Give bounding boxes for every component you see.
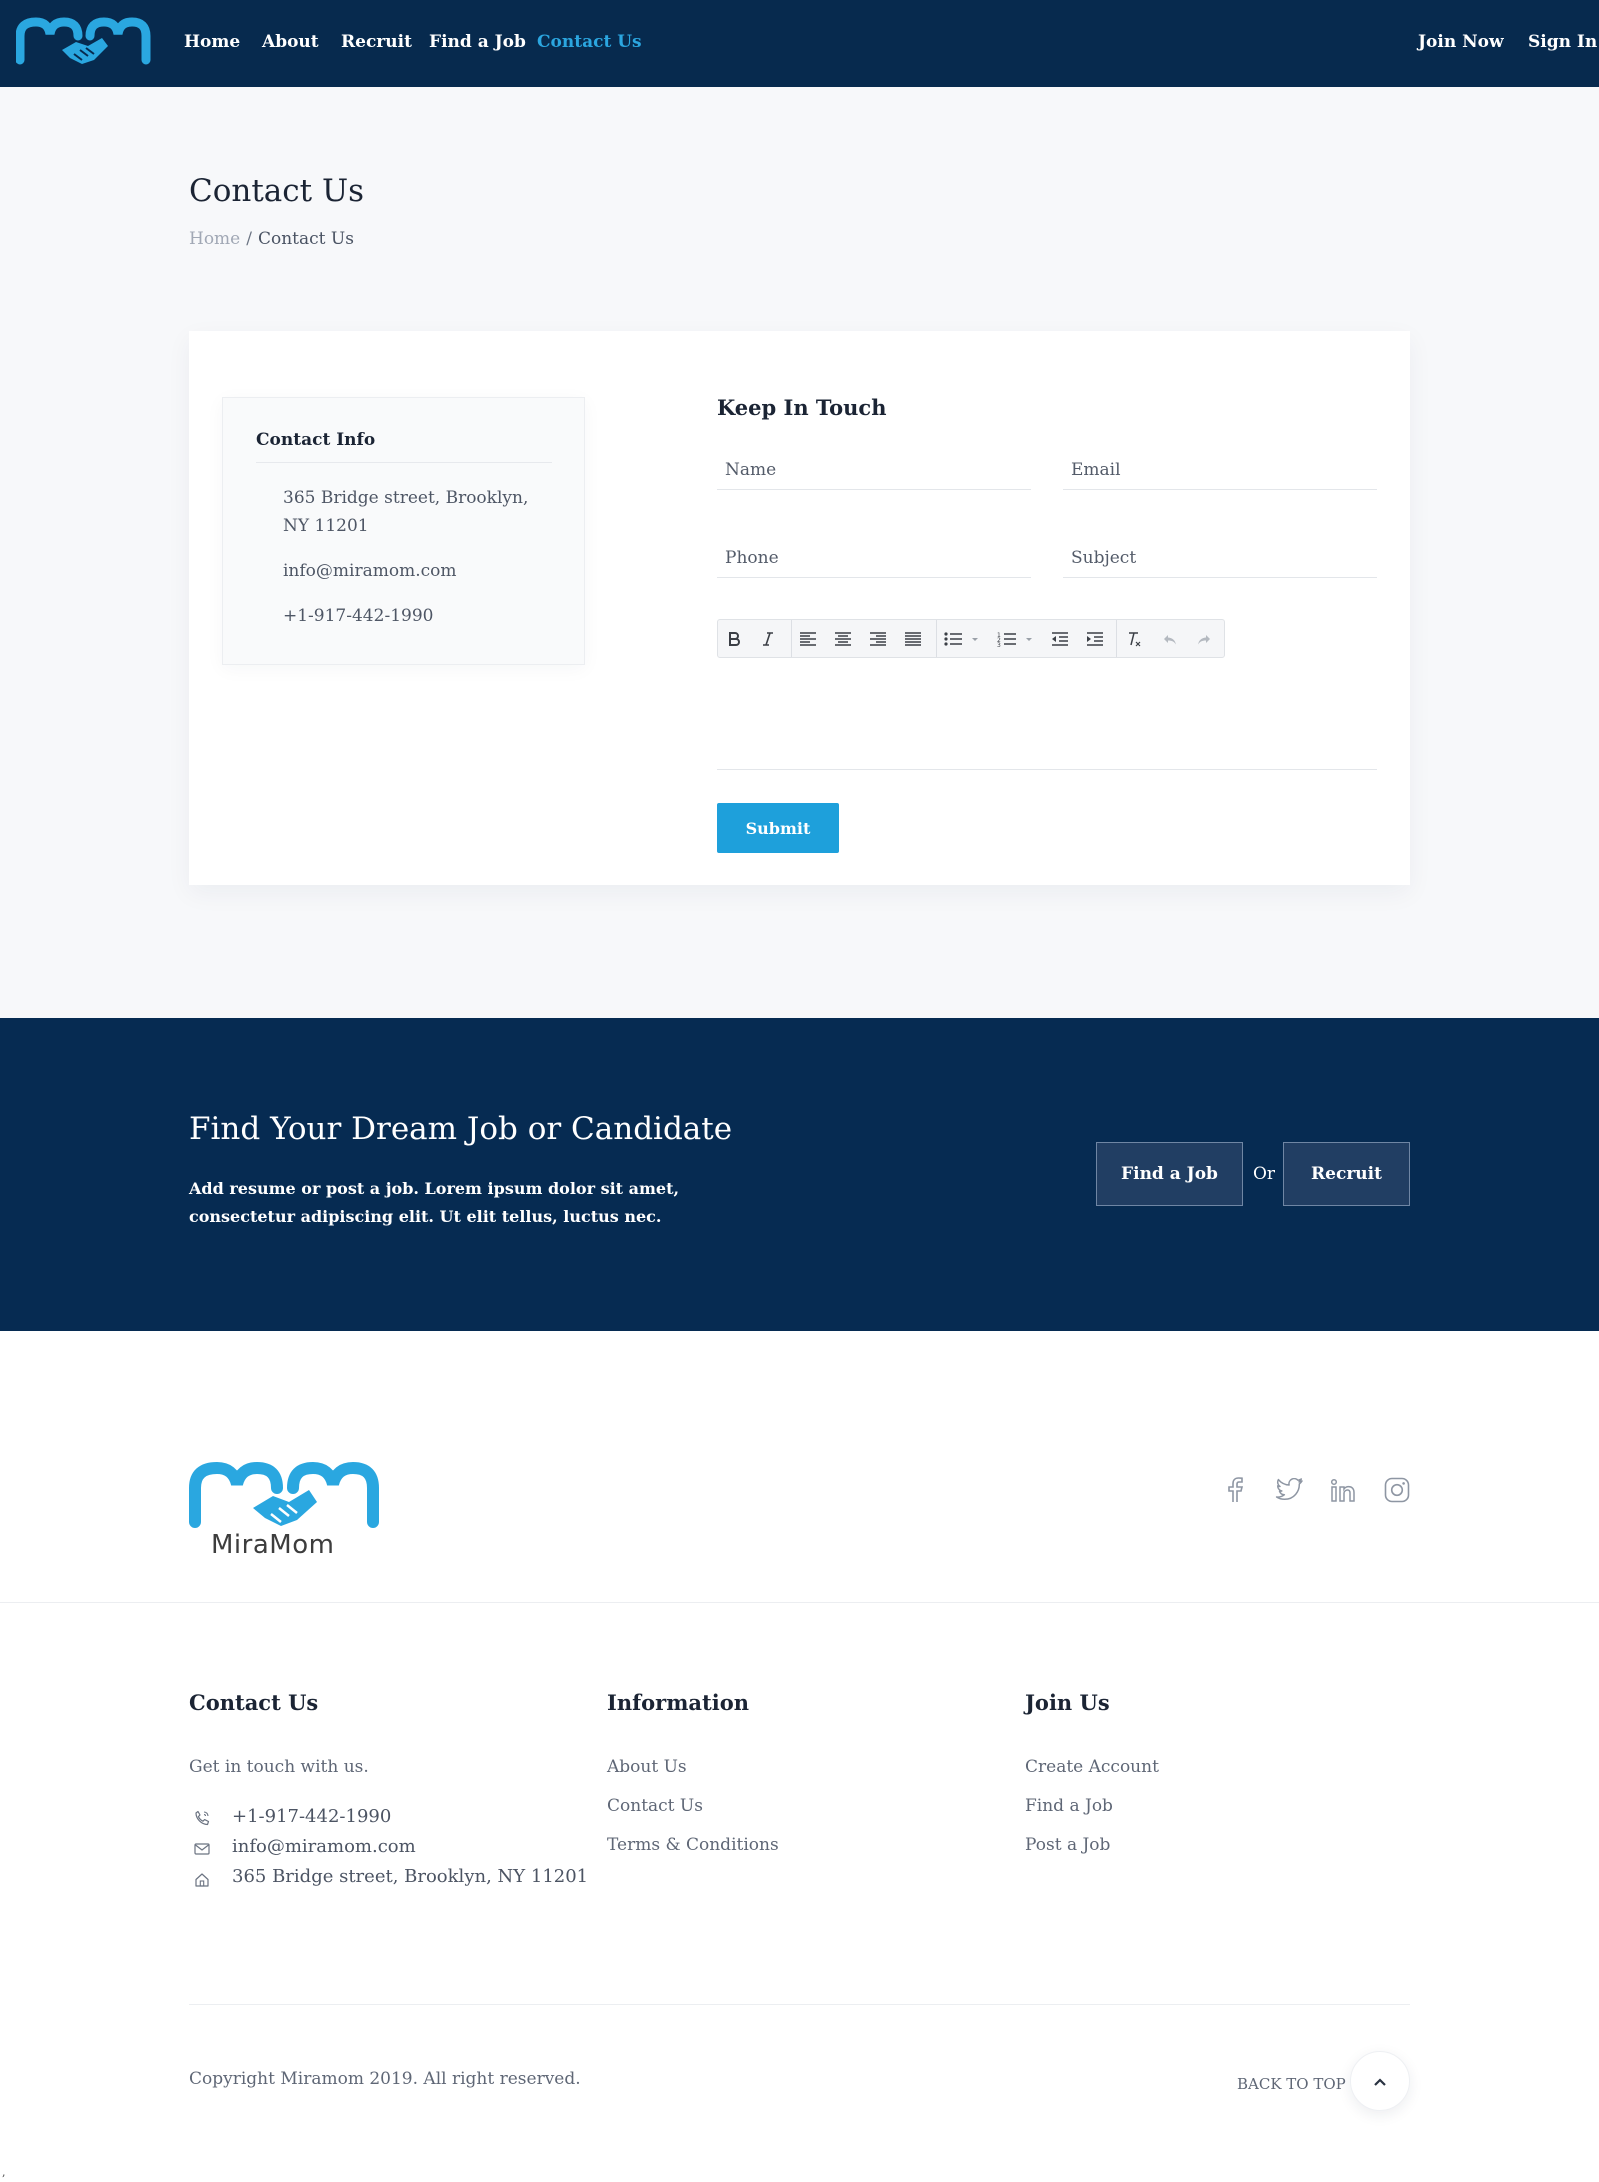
breadcrumb-separator: /	[246, 229, 252, 249]
nav-home-link[interactable]: Home	[184, 32, 240, 52]
facebook-icon[interactable]	[1220, 1475, 1250, 1505]
instagram-icon[interactable]	[1382, 1475, 1412, 1505]
nav-recruit-link[interactable]: Recruit	[341, 32, 412, 52]
footer-about-link[interactable]: About Us	[607, 1757, 687, 1777]
footer-divider-bottom	[189, 2004, 1410, 2005]
nav-contact-link[interactable]: Contact Us	[537, 32, 642, 52]
contact-info-address: 365 Bridge street, Brooklyn, NY 11201	[283, 488, 529, 536]
back-to-top-link[interactable]: BACK TO TOP	[1237, 2075, 1346, 2093]
breadcrumb-home-link[interactable]: Home	[189, 229, 240, 249]
contact-info-email: info@miramom.com	[283, 561, 457, 581]
contact-info-phone: +1-917-442-1990	[283, 606, 434, 626]
footer-contact-tagline: Get in touch with us.	[189, 1757, 369, 1777]
nav-about-link[interactable]: About	[262, 32, 319, 52]
mail-icon	[192, 1839, 212, 1859]
footer-address: 365 Bridge street, Brooklyn, NY 11201	[232, 1866, 589, 1887]
footer-phone: +1-917-442-1990	[232, 1806, 392, 1827]
linkedin-icon[interactable]	[1328, 1475, 1358, 1505]
keep-in-touch-title: Keep In Touch	[717, 395, 887, 420]
numbered-list-icon[interactable]: 123	[996, 627, 1040, 651]
toolbar-divider	[936, 620, 937, 657]
top-navbar: Home About Recruit Find a Job Contact Us…	[0, 0, 1599, 87]
miramom-logo[interactable]	[15, 16, 152, 72]
email-input[interactable]	[1063, 450, 1377, 490]
footer-terms-link[interactable]: Terms & Conditions	[607, 1835, 779, 1855]
align-center-icon[interactable]	[831, 627, 855, 651]
contact-info-divider	[256, 462, 552, 463]
redo-icon[interactable]	[1192, 627, 1216, 651]
page-title: Contact Us	[189, 173, 364, 209]
footer-information-title: Information	[607, 1690, 749, 1715]
back-to-top-button[interactable]	[1350, 2051, 1410, 2111]
breadcrumb-current: Contact Us	[257, 229, 354, 249]
name-input[interactable]	[717, 450, 1031, 490]
sign-in-link[interactable]: Sign In	[1528, 32, 1597, 52]
twitter-icon[interactable]	[1274, 1475, 1304, 1505]
bullet-list-icon[interactable]	[942, 627, 986, 651]
outdent-icon[interactable]	[1048, 627, 1072, 651]
editor-toolbar: 123	[717, 619, 1225, 658]
footer-post-job-link[interactable]: Post a Job	[1025, 1835, 1110, 1855]
align-justify-icon[interactable]	[901, 627, 925, 651]
message-editor[interactable]	[717, 670, 1377, 770]
cta-description: Add resume or post a job. Lorem ipsum do…	[189, 1179, 680, 1226]
footer-join-title: Join Us	[1025, 1690, 1110, 1715]
toolbar-divider	[791, 620, 792, 657]
cta-find-job-button[interactable]: Find a Job	[1096, 1142, 1243, 1206]
chevron-up-icon	[1373, 2072, 1387, 2091]
copyright-text: Copyright Miramom 2019. All right reserv…	[189, 2069, 581, 2089]
footer-create-account-link[interactable]: Create Account	[1025, 1757, 1159, 1777]
footer-logo-text: MiraMom	[211, 1530, 335, 1560]
join-now-link[interactable]: Join Now	[1418, 32, 1504, 52]
phone-input[interactable]	[717, 538, 1031, 578]
footer-contact-title: Contact Us	[189, 1690, 319, 1715]
indent-icon[interactable]	[1083, 627, 1107, 651]
submit-button[interactable]: Submit	[717, 803, 839, 853]
footer-divider-top	[0, 1602, 1599, 1603]
home-icon	[192, 1870, 212, 1890]
clear-format-icon[interactable]	[1122, 627, 1146, 651]
cta-title: Find Your Dream Job or Candidate	[189, 1111, 733, 1147]
breadcrumb: Home / Contact Us	[189, 229, 354, 249]
toolbar-divider	[1116, 620, 1117, 657]
stray-comma: ,	[2, 2166, 6, 2179]
footer-find-job-link[interactable]: Find a Job	[1025, 1796, 1113, 1816]
align-left-icon[interactable]	[796, 627, 820, 651]
footer-email: info@miramom.com	[232, 1836, 416, 1857]
phone-icon	[192, 1808, 212, 1828]
italic-icon[interactable]	[756, 627, 780, 651]
svg-text:3: 3	[997, 642, 1001, 647]
nav-find-job-link[interactable]: Find a Job	[429, 32, 526, 52]
footer-contact-link[interactable]: Contact Us	[607, 1796, 703, 1816]
bold-icon[interactable]	[722, 627, 746, 651]
contact-info-title: Contact Info	[256, 430, 376, 450]
cta-recruit-button[interactable]: Recruit	[1283, 1142, 1410, 1206]
undo-icon[interactable]	[1158, 627, 1182, 651]
subject-input[interactable]	[1063, 538, 1377, 578]
align-right-icon[interactable]	[866, 627, 890, 651]
cta-or-text: Or	[1253, 1164, 1276, 1184]
